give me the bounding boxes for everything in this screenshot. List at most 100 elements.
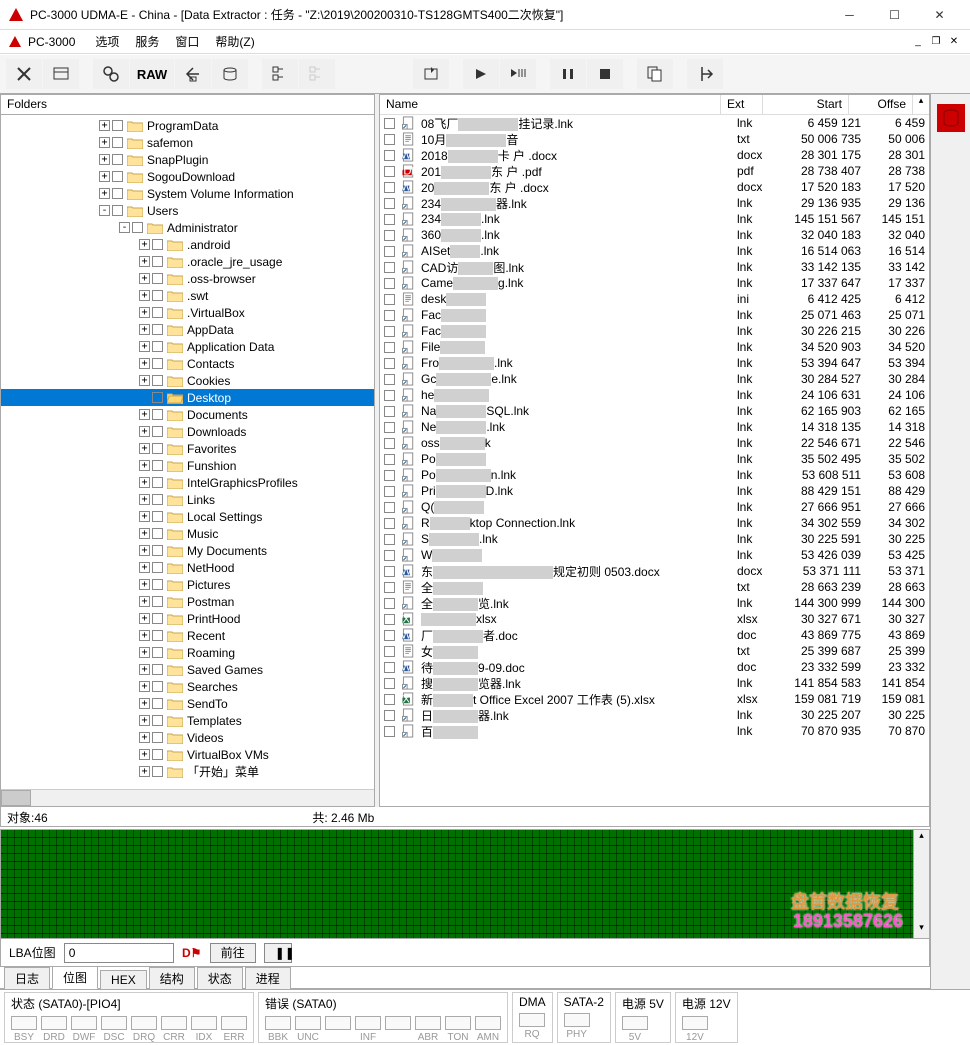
lba-position-input[interactable] <box>64 943 174 963</box>
tree-expand-button[interactable] <box>299 59 335 89</box>
file-checkbox[interactable] <box>384 598 395 609</box>
file-checkbox[interactable] <box>384 710 395 721</box>
col-start[interactable]: Start <box>763 95 849 114</box>
tree-checkbox[interactable] <box>112 120 123 131</box>
expand-icon[interactable]: + <box>139 596 150 607</box>
file-row[interactable]: 女txt25 399 68725 399 <box>380 643 929 659</box>
file-row[interactable]: Filelnk34 520 90334 520 <box>380 339 929 355</box>
col-ext[interactable]: Ext <box>721 95 763 114</box>
expand-icon[interactable]: + <box>139 443 150 454</box>
file-row[interactable]: Xxlsxxlsx30 327 67130 327 <box>380 611 929 627</box>
expand-icon[interactable]: + <box>139 647 150 658</box>
file-checkbox[interactable] <box>384 326 395 337</box>
file-row[interactable]: 百lnk70 870 93570 870 <box>380 723 929 739</box>
file-row[interactable]: 360.lnklnk32 040 18332 040 <box>380 227 929 243</box>
tree-checkbox[interactable] <box>152 273 163 284</box>
tree-checkbox[interactable] <box>152 307 163 318</box>
tree-checkbox[interactable] <box>152 341 163 352</box>
menu-item[interactable]: 帮助(Z) <box>207 33 262 51</box>
stop-button[interactable] <box>587 59 623 89</box>
file-row[interactable]: Faclnk25 071 46325 071 <box>380 307 929 323</box>
col-name[interactable]: Name <box>380 95 721 114</box>
tree-item[interactable]: +Contacts <box>1 355 374 372</box>
tree-checkbox[interactable] <box>152 766 163 777</box>
file-row[interactable]: PriD.lnklnk88 429 15188 429 <box>380 483 929 499</box>
tree-item[interactable]: +Local Settings <box>1 508 374 525</box>
side-db-icon[interactable] <box>937 104 965 132</box>
expand-icon[interactable]: + <box>99 120 110 131</box>
files-list[interactable]: 08飞厂挂记录.lnklnk6 459 1216 45910月音txt50 00… <box>380 115 929 806</box>
tree-item[interactable]: +Favorites <box>1 440 374 457</box>
file-checkbox[interactable] <box>384 166 395 177</box>
file-row[interactable]: Rktop Connection.lnklnk34 302 55934 302 <box>380 515 929 531</box>
expand-icon[interactable]: - <box>119 222 130 233</box>
file-checkbox[interactable] <box>384 550 395 561</box>
file-row[interactable]: 10月音txt50 006 73550 006 <box>380 131 929 147</box>
tree-checkbox[interactable] <box>152 358 163 369</box>
file-row[interactable]: AISet.lnklnk16 514 06316 514 <box>380 243 929 259</box>
expand-icon[interactable]: + <box>99 188 110 199</box>
db-button[interactable] <box>212 59 248 89</box>
file-row[interactable]: Fro.lnklnk53 394 64753 394 <box>380 355 929 371</box>
folder-tree[interactable]: +ProgramData+safemon+SnapPlugin+SogouDow… <box>1 115 374 789</box>
file-row[interactable]: 08飞厂挂记录.lnklnk6 459 1216 459 <box>380 115 929 131</box>
tree-checkbox[interactable] <box>152 511 163 522</box>
tab-结构[interactable]: 结构 <box>149 967 195 989</box>
tree-item[interactable]: -Administrator <box>1 219 374 236</box>
file-checkbox[interactable] <box>384 694 395 705</box>
pause-button[interactable] <box>550 59 586 89</box>
maximize-button[interactable]: ☐ <box>872 1 917 29</box>
file-checkbox[interactable] <box>384 230 395 241</box>
file-checkbox[interactable] <box>384 630 395 641</box>
tree-item[interactable]: Desktop <box>1 389 374 406</box>
file-checkbox[interactable] <box>384 310 395 321</box>
expand-icon[interactable]: + <box>139 494 150 505</box>
files-header[interactable]: Name Ext Start Offse ▴ <box>380 95 929 115</box>
file-checkbox[interactable] <box>384 486 395 497</box>
expand-icon[interactable]: + <box>99 137 110 148</box>
file-checkbox[interactable] <box>384 134 395 145</box>
tree-checkbox[interactable] <box>152 256 163 267</box>
file-row[interactable]: Pon.lnklnk53 608 51153 608 <box>380 467 929 483</box>
file-row[interactable]: Faclnk30 226 21530 226 <box>380 323 929 339</box>
file-row[interactable]: 234.lnklnk145 151 567145 151 <box>380 211 929 227</box>
file-checkbox[interactable] <box>384 534 395 545</box>
tree-checkbox[interactable] <box>152 392 163 403</box>
tree-checkbox[interactable] <box>152 443 163 454</box>
tree-item[interactable]: +.swt <box>1 287 374 304</box>
bitmap-pause-button[interactable]: ❚❚ <box>264 943 292 963</box>
tree-item[interactable]: +AppData <box>1 321 374 338</box>
file-row[interactable]: CAD访图.lnklnk33 142 13533 142 <box>380 259 929 275</box>
tree-checkbox[interactable] <box>152 290 163 301</box>
file-row[interactable]: W2018卡 户 .docxdocx28 301 17528 301 <box>380 147 929 163</box>
tree-item[interactable]: +Documents <box>1 406 374 423</box>
tree-item[interactable]: +Funshion <box>1 457 374 474</box>
expand-icon[interactable]: + <box>139 256 150 267</box>
tree-checkbox[interactable] <box>152 647 163 658</box>
expand-icon[interactable]: + <box>139 749 150 760</box>
tree-item[interactable]: +safemon <box>1 134 374 151</box>
file-checkbox[interactable] <box>384 118 395 129</box>
expand-icon[interactable]: + <box>139 681 150 692</box>
expand-icon[interactable]: + <box>139 324 150 335</box>
file-checkbox[interactable] <box>384 454 395 465</box>
file-row[interactable]: PDF201东 户 .pdfpdf28 738 40728 738 <box>380 163 929 179</box>
mdi-minimize-icon[interactable]: _ <box>910 34 926 50</box>
tree-checkbox[interactable] <box>152 494 163 505</box>
tree-item[interactable]: +NetHood <box>1 559 374 576</box>
file-row[interactable]: ossklnk22 546 67122 546 <box>380 435 929 451</box>
tree-collapse-button[interactable] <box>262 59 298 89</box>
tab-进程[interactable]: 进程 <box>245 967 291 989</box>
tree-item[interactable]: +Application Data <box>1 338 374 355</box>
tree-item[interactable]: +Searches <box>1 678 374 695</box>
tree-checkbox[interactable] <box>132 222 143 233</box>
file-checkbox[interactable] <box>384 614 395 625</box>
goto-button[interactable]: 前往 <box>210 943 256 963</box>
tree-checkbox[interactable] <box>112 171 123 182</box>
tree-item[interactable]: +Roaming <box>1 644 374 661</box>
expand-icon[interactable]: + <box>99 154 110 165</box>
tree-checkbox[interactable] <box>152 528 163 539</box>
file-checkbox[interactable] <box>384 150 395 161</box>
tree-item[interactable]: +「开始」菜单 <box>1 763 374 780</box>
expand-icon[interactable]: + <box>139 375 150 386</box>
